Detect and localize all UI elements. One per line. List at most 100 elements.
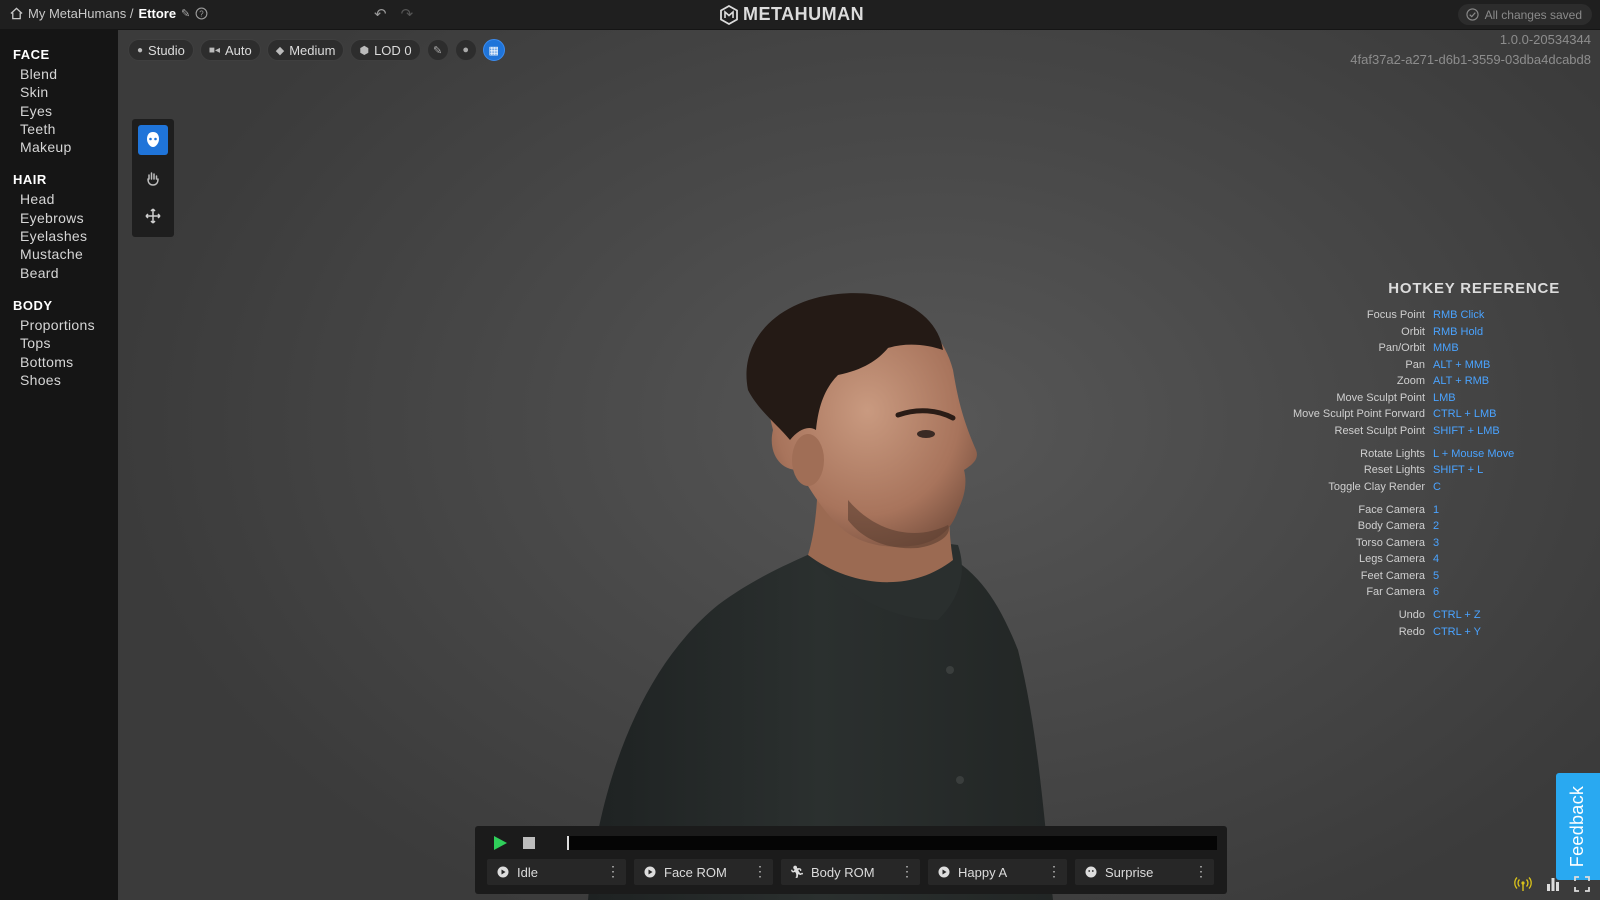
animation-surprise[interactable]: Surprise ⋮	[1075, 859, 1214, 885]
timeline-playhead[interactable]	[567, 836, 569, 850]
hotkey-label: Torso Camera	[1355, 536, 1425, 549]
animation-label: Idle	[517, 864, 538, 880]
hotkey-label: Pan/Orbit	[1378, 342, 1425, 354]
quality-selector[interactable]: ◆ Medium	[266, 39, 345, 61]
hotkey-row: Face Camera 1	[1260, 502, 1560, 519]
hotkey-reference-title: HOTKEY REFERENCE	[1388, 280, 1560, 297]
sidebar-section-body: BODY Proportions Tops Bottoms Shoes	[0, 298, 118, 389]
hotkey-label: Zoom	[1396, 375, 1425, 387]
hotkey-row: Reset Lights SHIFT + L	[1260, 462, 1560, 479]
edit-name-icon[interactable]: ✎	[181, 7, 190, 20]
feedback-button[interactable]: Feedback	[1556, 773, 1600, 880]
sidebar-item-blend[interactable]: Blend	[0, 65, 118, 83]
hotkey-key: SHIFT + L	[1433, 464, 1484, 476]
hotkey-row: Move Sculpt Point LMB	[1260, 390, 1560, 407]
hotkey-label: Rotate Lights	[1360, 447, 1425, 460]
sidebar-item-shoes[interactable]: Shoes	[0, 371, 118, 389]
hotkey-key: L + Mouse Move	[1433, 447, 1515, 460]
sidebar-item-proportions[interactable]: Proportions	[0, 316, 118, 334]
animation-timeline[interactable]	[567, 836, 1217, 850]
sidebar-item-bottoms[interactable]: Bottoms	[0, 353, 118, 371]
hotkey-label: Redo	[1398, 625, 1425, 638]
sidebar-item-head[interactable]: Head	[0, 190, 118, 208]
feedback-label: Feedback	[1567, 785, 1588, 868]
hotkey-label: Far Camera	[1366, 586, 1425, 598]
hotkey-key: CTRL + Y	[1433, 625, 1481, 638]
save-status-badge: All changes saved	[1457, 4, 1592, 25]
running-figure-icon: 🏃︎	[789, 865, 805, 879]
play-circle-icon	[644, 866, 656, 878]
hotkey-row: Body Camera 2	[1260, 518, 1560, 535]
hotkey-row: Redo CTRL + Y	[1260, 624, 1560, 641]
hotkey-key: 5	[1433, 569, 1440, 582]
sidebar-item-eyelashes[interactable]: Eyelashes	[0, 227, 118, 245]
lighting-selector[interactable]: ● Studio	[128, 39, 194, 61]
hotkey-row: Rotate Lights L + Mouse Move	[1260, 446, 1560, 463]
face-sculpt-icon	[147, 132, 159, 147]
character-id: 4faf37a2-a271-d6b1-3559-03dba4dcabd8	[1350, 52, 1591, 67]
hotkey-key: 3	[1433, 536, 1440, 549]
hotkey-key: 4	[1433, 553, 1440, 565]
pan-tool-button[interactable]	[138, 201, 168, 231]
hotkey-reference-toggle[interactable]: ▦	[482, 39, 505, 61]
hotkey-row: Reset Sculpt Point SHIFT + LMB	[1260, 423, 1560, 440]
metahuman-logo: METAHUMAN	[720, 4, 864, 25]
hotkey-label: Reset Sculpt Point	[1334, 424, 1426, 437]
sidebar-section-face: FACE Blend Skin Eyes Teeth Makeup	[0, 47, 118, 156]
hotkey-key: SHIFT + LMB	[1433, 424, 1500, 437]
help-icon[interactable]: ?	[195, 7, 208, 20]
sidebar-item-mustache[interactable]: Mustache	[0, 245, 118, 263]
fullscreen-icon[interactable]	[1574, 876, 1590, 892]
sidebar-section-hair: HAIR Head Eyebrows Eyelashes Mustache Be…	[0, 172, 118, 281]
camera-selector[interactable]: ■◂ Auto	[199, 39, 261, 61]
sidebar-item-tops[interactable]: Tops	[0, 334, 118, 352]
sidebar-item-skin[interactable]: Skin	[0, 83, 118, 101]
hotkey-key: C	[1433, 480, 1441, 493]
sidebar-item-beard[interactable]: Beard	[0, 264, 118, 282]
brush-icon: ✎	[433, 44, 443, 57]
section-title-body: BODY	[13, 297, 53, 313]
sidebar-item-eyes[interactable]: Eyes	[0, 102, 118, 120]
lod-label: LOD 0	[374, 42, 412, 58]
face-tool-button[interactable]	[138, 125, 168, 155]
hotkey-label: Reset Lights	[1363, 464, 1425, 476]
check-circle-icon	[1465, 8, 1479, 21]
animation-happy-a[interactable]: Happy A ⋮	[928, 859, 1067, 885]
move-body-tool-button[interactable]	[138, 163, 168, 193]
hotkey-row: Move Sculpt Point Forward CTRL + LMB	[1260, 406, 1560, 423]
section-title-face: FACE	[13, 47, 50, 62]
more-options-icon[interactable]: ⋮	[753, 863, 767, 879]
undo-icon[interactable]: ↶	[374, 5, 387, 23]
lod-selector[interactable]: ⬢ LOD 0	[350, 39, 421, 61]
animation-face-rom[interactable]: Face ROM ⋮	[634, 859, 773, 885]
clay-render-toggle[interactable]: ●	[454, 39, 477, 61]
hotkey-row: Torso Camera 3	[1260, 535, 1560, 552]
diamond-icon: ◆	[275, 44, 285, 57]
signal-icon[interactable]	[1514, 876, 1532, 892]
redo-icon[interactable]: ↷	[401, 5, 414, 23]
more-options-icon[interactable]: ⋮	[1047, 863, 1061, 879]
sidebar-item-teeth[interactable]: Teeth	[0, 120, 118, 138]
play-icon[interactable]	[492, 835, 508, 851]
hotkey-row: Feet Camera 5	[1260, 568, 1560, 585]
sidebar-item-makeup[interactable]: Makeup	[0, 138, 118, 156]
more-options-icon[interactable]: ⋮	[900, 863, 914, 879]
play-circle-icon	[938, 866, 950, 878]
more-options-icon[interactable]: ⋮	[606, 863, 620, 879]
3d-viewport[interactable]: ● Studio ■◂ Auto ◆ Medium ⬢ LOD 0 ✎ ● ▦ …	[118, 30, 1600, 900]
animation-idle[interactable]: Idle ⋮	[487, 859, 626, 885]
status-icons	[1514, 876, 1590, 892]
sculpt-tool-toggle[interactable]: ✎	[426, 39, 449, 61]
hand-icon	[147, 172, 159, 186]
hotkey-row: Pan ALT + MMB	[1260, 357, 1560, 374]
hotkey-key: 1	[1433, 503, 1440, 516]
breadcrumb: My MetaHumans / Ettore ✎ ?	[10, 6, 208, 21]
animation-body-rom[interactable]: 🏃︎ Body ROM ⋮	[781, 859, 920, 885]
sidebar-item-eyebrows[interactable]: Eyebrows	[0, 209, 118, 227]
breadcrumb-root-link[interactable]: My MetaHumans /	[28, 6, 133, 21]
viewport-tool-panel	[132, 119, 174, 237]
stop-icon[interactable]	[523, 837, 535, 849]
bar-chart-icon[interactable]	[1545, 876, 1561, 892]
more-options-icon[interactable]: ⋮	[1194, 863, 1208, 879]
home-icon[interactable]	[10, 7, 23, 20]
